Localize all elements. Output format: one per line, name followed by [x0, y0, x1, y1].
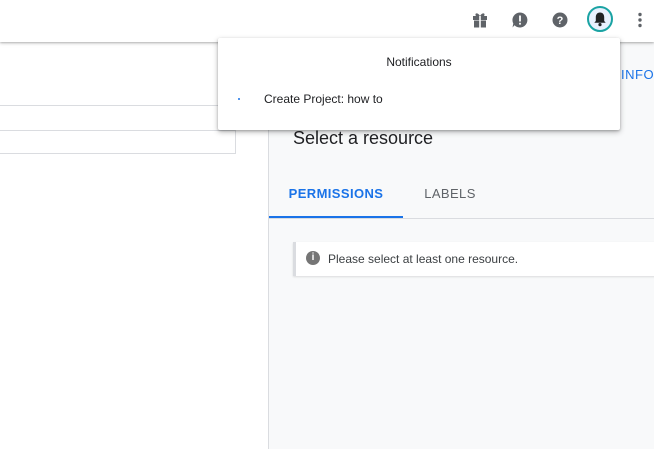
- panel-tabs: PERMISSIONS LABELS: [269, 177, 654, 219]
- info-icon: i: [306, 251, 320, 265]
- unread-dot-icon: [238, 98, 240, 100]
- notifications-dropdown: Notifications Create Project: how to: [218, 38, 620, 130]
- filter-input[interactable]: [0, 130, 236, 154]
- gift-icon[interactable]: [468, 8, 492, 32]
- more-vert-icon[interactable]: [628, 8, 652, 32]
- feedback-icon[interactable]: [508, 8, 532, 32]
- notifications-title: Notifications: [386, 55, 452, 69]
- top-bar: ?: [0, 0, 654, 42]
- info-panel-link[interactable]: INFO P: [621, 67, 654, 82]
- notification-item-label: Create Project: how to: [264, 92, 383, 106]
- info-message-text: Please select at least one resource.: [328, 252, 519, 266]
- tab-labels[interactable]: LABELS: [403, 177, 497, 218]
- notifications-bell-icon[interactable]: [587, 6, 613, 32]
- svg-text:?: ?: [557, 15, 564, 27]
- tab-permissions[interactable]: PERMISSIONS: [269, 177, 403, 218]
- notification-item[interactable]: Create Project: how to: [218, 86, 620, 112]
- info-message-box: i Please select at least one resource.: [293, 242, 654, 276]
- panel-title: Select a resource: [293, 128, 434, 148]
- help-icon[interactable]: ?: [548, 8, 572, 32]
